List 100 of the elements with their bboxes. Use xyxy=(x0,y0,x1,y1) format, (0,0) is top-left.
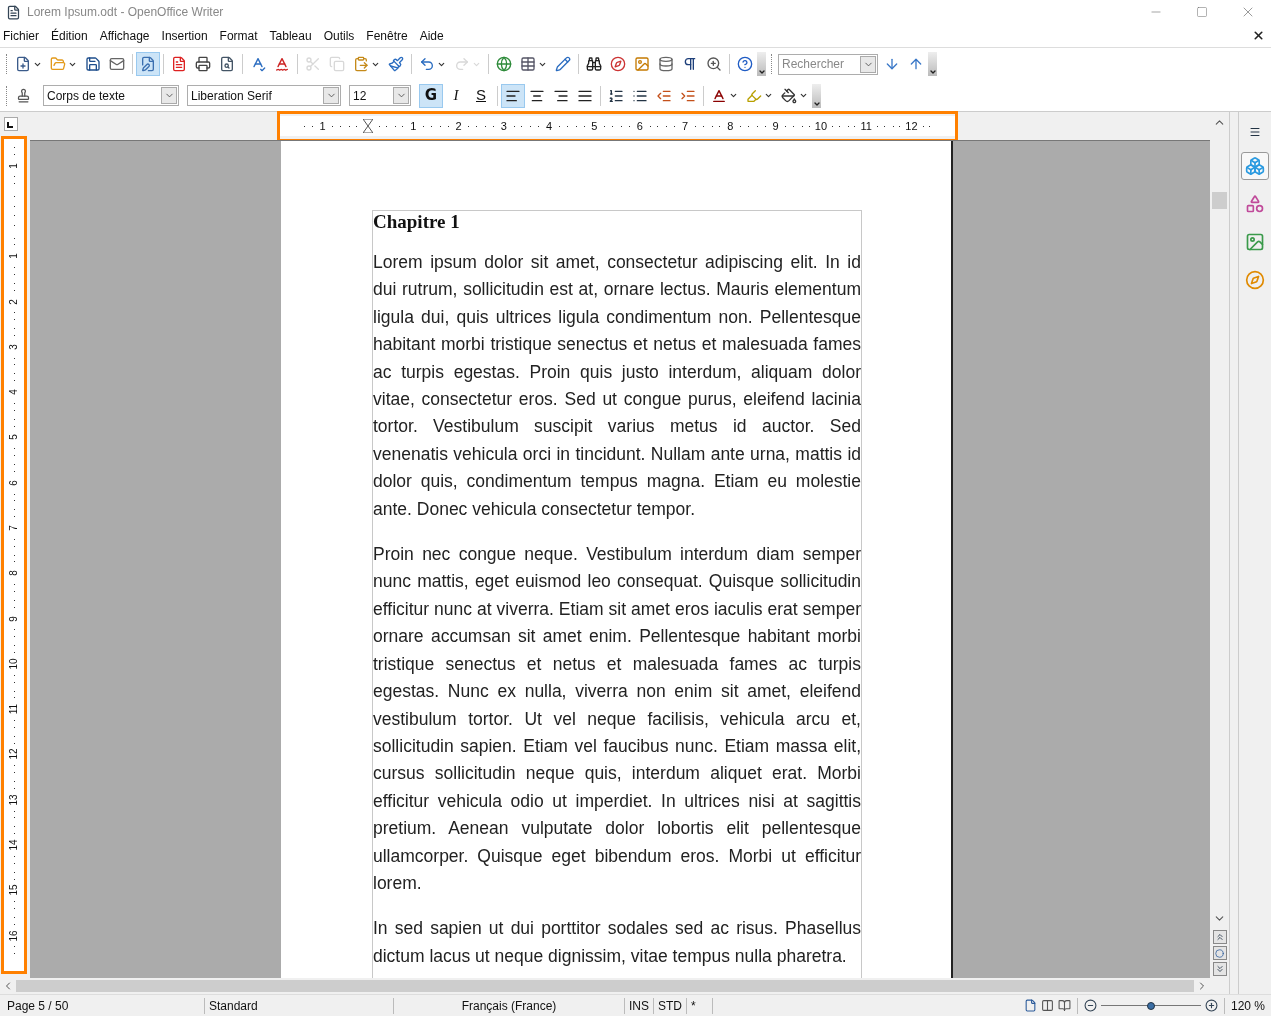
ruler-number: 4 xyxy=(9,389,19,395)
ruler-number: 5 xyxy=(9,434,19,441)
ruler-number: 4 xyxy=(546,120,553,132)
ruler-number: 2 xyxy=(9,298,19,305)
page-indicator: Page 5 / 50 xyxy=(6,997,70,1015)
toolbar-button[interactable] xyxy=(501,83,525,108)
ruler-number: 2 xyxy=(455,120,462,132)
previous-page-button[interactable] xyxy=(1212,930,1227,944)
ruler-number: 3 xyxy=(9,344,19,350)
sidebar-tab[interactable] xyxy=(1241,152,1269,180)
arrow-up-icon xyxy=(908,56,924,72)
menu-item[interactable]: Format xyxy=(219,26,258,45)
tab-stop-selector[interactable] xyxy=(4,117,18,131)
paragraph: Proin nec congue neque. Vestibulum interdum diam semper nunc mattis, eget euismod leo consequat. Quisque sollicitudin efficitur nunc at viverra. Etiam sit amet eros iaculis erat semper ornare accumsan sit amet enim. Pellentesque habitant morbi tristique senectus et netus et malesuada fames ac turpis egestas. Nunc ex nulla, viverra non enim sit amet, eleifend vestibulum tortor. Ut vel neque facilisis, vehicula arcu et, sollicitudin sapien. Etiam vel faucibus nunc. Etiam massa elit, cursus sollicitudin neque quis, interdum aliquet erat. Morbi efficitur vehicula odio ut imperdiet. In ultrices nisi at sagittis pretium. Aenean vulputate dolor lobortis elit pellentesque ullamcorper. Quisque eget bibendum eros. Morbi ut efficitur lorem. xyxy=(373,543,861,895)
combo-value: 12 xyxy=(353,87,367,105)
toolbar-overflow-button[interactable] xyxy=(812,83,821,108)
circle-icon xyxy=(1215,948,1224,958)
horizontal-scrollbar-thumb[interactable] xyxy=(16,980,1194,992)
combo-value: Corps de texte xyxy=(47,87,126,105)
ruler-number: 15 xyxy=(9,884,19,896)
stamp-icon xyxy=(15,88,31,103)
arrow-down-icon xyxy=(884,56,900,72)
ruler-number: 14 xyxy=(9,839,19,851)
shapes-icon xyxy=(1245,194,1265,214)
single-page-icon[interactable] xyxy=(1023,999,1037,1012)
indent-marker-icon[interactable] xyxy=(362,119,373,133)
text-style-button[interactable]: S xyxy=(469,83,493,108)
document-icon xyxy=(6,4,21,20)
ruler-number: 8 xyxy=(9,570,19,577)
combo-box[interactable]: Corps de texte xyxy=(43,85,179,106)
cubes-icon xyxy=(1245,156,1265,176)
ruler-number: 6 xyxy=(9,479,19,486)
double-chevron-up-icon xyxy=(1214,932,1225,942)
chevron-down-icon xyxy=(757,68,766,76)
page-style: Standard xyxy=(208,997,259,1015)
close-document-button[interactable] xyxy=(1252,29,1265,42)
toolbar-overflow-button[interactable] xyxy=(928,52,937,76)
zoom-in-icon[interactable] xyxy=(1204,999,1218,1012)
ruler-number: 6 xyxy=(636,120,643,132)
picture-icon xyxy=(1245,232,1265,252)
paragraph: In sed sapien ut dui porttitor sodales sed ac risus. Phasellus dictum lacus ut neque dignissim, vitae tempus nulla pharetra. xyxy=(373,917,861,968)
ruler-number: 11 xyxy=(860,120,872,132)
combo-value: Liberation Serif xyxy=(191,87,272,105)
ruler-number: 7 xyxy=(681,120,689,132)
ruler-number: 9 xyxy=(9,615,19,622)
selection-mode: STD xyxy=(657,997,683,1015)
text-style-button[interactable]: I xyxy=(444,83,468,108)
ruler-number: 9 xyxy=(772,120,779,132)
numbered-list-icon xyxy=(608,87,624,104)
ruler-number: 12 xyxy=(9,748,19,761)
ruler-number: 7 xyxy=(9,525,19,531)
search-placeholder: Rechercher xyxy=(782,56,845,73)
combo-box[interactable]: 12 xyxy=(349,85,411,106)
ruler-number: 1 xyxy=(9,162,19,169)
text-style-button[interactable]: G xyxy=(419,83,443,108)
menu-item[interactable]: Outils xyxy=(323,26,355,45)
maximize-icon xyxy=(1196,6,1208,18)
ruler-number: 12 xyxy=(905,120,918,132)
caret-icon xyxy=(729,91,738,100)
ruler-number: 1 xyxy=(410,120,417,132)
ruler-number: 3 xyxy=(500,120,507,132)
ruler-number: 1 xyxy=(9,253,19,259)
caret-icon xyxy=(764,91,773,100)
highlighter-icon xyxy=(746,87,762,104)
ruler-number: 11 xyxy=(9,704,19,715)
next-page-button[interactable] xyxy=(1212,962,1227,976)
zoom-out-icon[interactable] xyxy=(1083,999,1097,1012)
menu-item[interactable]: Aide xyxy=(419,26,444,45)
zoom-slider-thumb[interactable] xyxy=(1146,1001,1155,1010)
ruler-number: 13 xyxy=(9,794,19,806)
ruler-number: 1 xyxy=(319,120,326,132)
book-view-icon[interactable] xyxy=(1057,999,1071,1012)
zoom-reading: 120 % xyxy=(1229,997,1266,1015)
menu-item[interactable]: Insertion xyxy=(161,26,208,45)
menu-item[interactable]: Édition xyxy=(51,26,88,45)
window-title: Lorem Ipsum.odt - OpenOffice Writer xyxy=(27,4,224,21)
menu-item[interactable]: Tableau xyxy=(269,26,312,45)
font-color-icon xyxy=(711,87,727,104)
navigation-button[interactable] xyxy=(1212,946,1227,960)
paragraph: Lorem ipsum dolor sit amet, consectetur adipiscing elit. In id dui rutrum, sollicitudin est at, ornare lectus. Mauris elementum ligula dui, quis ultrices ligula condimentum non. Pellentesque habitant morbi tristique senectus et netus et malesuada fames ac turpis egestas. Proin quis justo interdum, aliquam dolor vitae, consectetur eros. Sed ut congue purus, eleifend lacinia tortor. Vestibulum suscipit varius metus id auctor. Sed venenatis vehicula orci in tincidunt. Nullam ante urna, mattis id dolor quis, condimentum tempus magna. Etiam eu molestie ante. Donec vehicula consectetur tempor. xyxy=(373,251,861,521)
compass-icon xyxy=(1245,270,1265,290)
double-chevron-down-icon xyxy=(1214,964,1225,974)
heading: Chapitre 1 xyxy=(373,211,461,233)
menu-item[interactable]: Fenêtre xyxy=(366,26,408,45)
menu-item[interactable]: Affichage xyxy=(99,26,150,45)
caret-icon xyxy=(799,91,808,100)
language: Français (France) xyxy=(460,997,558,1015)
vertical-scrollbar-thumb[interactable] xyxy=(1212,192,1227,209)
ruler-number: 10 xyxy=(814,120,827,132)
multi-page-icon[interactable] xyxy=(1040,999,1054,1012)
ruler-number: 5 xyxy=(591,120,598,132)
ruler-number: 10 xyxy=(9,658,19,670)
ruler-number: 8 xyxy=(727,120,734,132)
combo-box[interactable]: Liberation Serif xyxy=(187,85,341,106)
close-icon xyxy=(1252,29,1265,42)
menu-item[interactable]: Fichier xyxy=(3,26,39,45)
modified-indicator: * xyxy=(690,997,697,1015)
toolbar-overflow-button[interactable] xyxy=(757,52,766,76)
menu-icon xyxy=(1249,126,1261,138)
combo-box[interactable]: Rechercher xyxy=(778,53,878,75)
